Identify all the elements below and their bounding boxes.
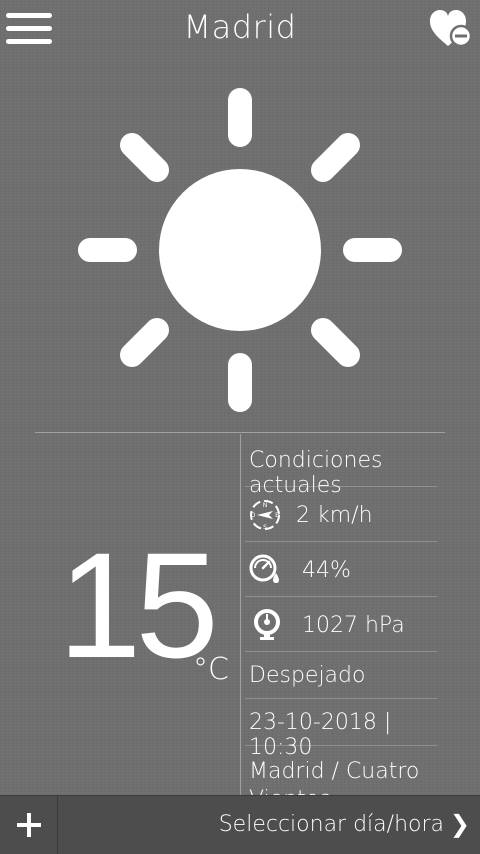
svg-text:E: E	[275, 512, 279, 519]
city-title: Madrid	[183, 8, 297, 46]
barometer-icon	[252, 608, 286, 642]
temperature-value: 15	[58, 521, 219, 689]
sun-icon	[70, 85, 410, 425]
pressure-value: 1027 hPa	[302, 613, 405, 638]
weather-description: Despejado	[249, 663, 366, 688]
vertical-divider	[240, 434, 241, 796]
separator	[245, 541, 437, 542]
svg-text:O: O	[251, 512, 256, 519]
select-date-time-label: Seleccionar día/hora	[218, 812, 444, 837]
select-date-time-button[interactable]: Seleccionar día/hora ❯	[58, 796, 480, 854]
separator	[245, 745, 437, 746]
chevron-right-icon: ❯	[449, 810, 470, 838]
separator	[245, 596, 437, 597]
svg-text:N: N	[263, 502, 268, 509]
separator	[245, 651, 437, 652]
svg-text:S: S	[263, 524, 267, 531]
conditions-title: Condiciones actuales	[249, 448, 383, 498]
separator	[245, 698, 437, 699]
plus-icon[interactable]	[0, 796, 58, 854]
compass-wind-icon: N S O E	[248, 498, 282, 532]
observation-datetime: 23-10-2018 | 10:30	[249, 710, 392, 760]
divider	[35, 432, 445, 433]
humidity-value: 44%	[302, 558, 351, 583]
hamburger-menu-icon[interactable]	[6, 10, 54, 50]
bottom-bar: Seleccionar día/hora ❯	[0, 795, 480, 854]
wind-value: 2 km/h	[296, 503, 373, 528]
heart-minus-icon[interactable]	[428, 8, 474, 50]
temperature-unit: °C	[193, 652, 229, 687]
humidity-gauge-icon	[248, 553, 282, 587]
separator	[245, 486, 437, 487]
